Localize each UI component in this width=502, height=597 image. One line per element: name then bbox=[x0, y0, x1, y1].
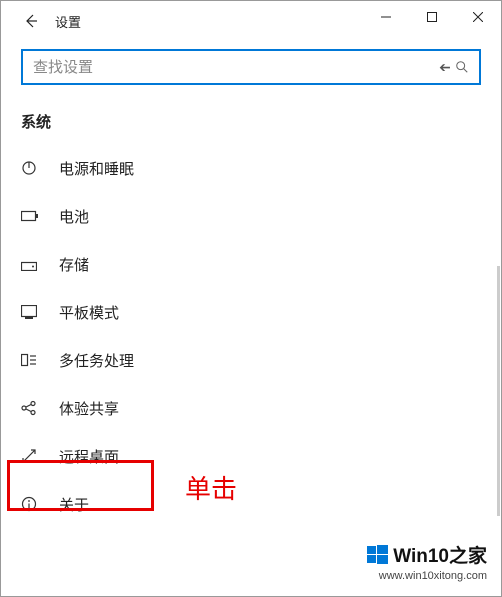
tablet-icon bbox=[21, 305, 45, 319]
sidebar-item-battery[interactable]: 电池 bbox=[1, 192, 501, 240]
sidebar-item-storage[interactable]: 存储 bbox=[1, 240, 501, 288]
battery-icon bbox=[21, 210, 45, 222]
share-icon bbox=[21, 400, 45, 416]
close-button[interactable] bbox=[455, 1, 501, 33]
search-box[interactable]: ➔︎ bbox=[21, 49, 481, 85]
watermark-url: www.win10xitong.com bbox=[367, 570, 487, 582]
sidebar-item-shared-experiences[interactable]: 体验共享 bbox=[1, 384, 501, 432]
maximize-icon bbox=[427, 12, 437, 22]
search-icon bbox=[455, 60, 469, 74]
nav-label: 体验共享 bbox=[59, 398, 119, 419]
window-controls bbox=[363, 1, 501, 33]
remote-desktop-icon bbox=[21, 448, 45, 464]
close-icon bbox=[473, 12, 483, 22]
titlebar: 设置 bbox=[1, 1, 501, 41]
nav-label: 远程桌面 bbox=[59, 446, 119, 467]
search-icon: ➔︎ bbox=[439, 59, 451, 76]
section-header: 系统 bbox=[1, 95, 501, 144]
back-button[interactable] bbox=[13, 3, 49, 39]
maximize-button[interactable] bbox=[409, 1, 455, 33]
storage-icon bbox=[21, 257, 45, 271]
sidebar-item-tablet-mode[interactable]: 平板模式 bbox=[1, 288, 501, 336]
nav-label: 平板模式 bbox=[59, 302, 119, 323]
sidebar-item-remote-desktop[interactable]: 远程桌面 bbox=[1, 432, 501, 480]
info-icon bbox=[21, 496, 45, 512]
arrow-left-icon bbox=[23, 13, 39, 29]
minimize-button[interactable] bbox=[363, 1, 409, 33]
multitask-icon bbox=[21, 352, 45, 368]
search-container: ➔︎ bbox=[1, 41, 501, 95]
watermark: Win10之家 www.win10xitong.com bbox=[367, 541, 487, 582]
watermark-brand: Win10之家 bbox=[393, 541, 487, 568]
page-title: 设置 bbox=[55, 12, 81, 31]
nav-label: 电源和睡眠 bbox=[59, 158, 134, 179]
minimize-icon bbox=[381, 12, 391, 22]
sidebar-item-multitasking[interactable]: 多任务处理 bbox=[1, 336, 501, 384]
scrollbar[interactable] bbox=[497, 266, 500, 516]
sidebar-item-about[interactable]: 关于 bbox=[1, 480, 501, 528]
power-icon bbox=[21, 160, 45, 176]
sidebar-item-power-sleep[interactable]: 电源和睡眠 bbox=[1, 144, 501, 192]
search-input[interactable] bbox=[33, 59, 439, 76]
nav-label: 多任务处理 bbox=[59, 350, 134, 371]
nav-label: 关于 bbox=[59, 494, 89, 515]
nav-label: 电池 bbox=[59, 206, 89, 227]
windows-logo-icon bbox=[367, 544, 389, 566]
nav-label: 存储 bbox=[59, 254, 89, 275]
nav-list: 电源和睡眠 电池 存储 平板模式 多任务处理 体验共享 远程桌面 bbox=[1, 144, 501, 528]
